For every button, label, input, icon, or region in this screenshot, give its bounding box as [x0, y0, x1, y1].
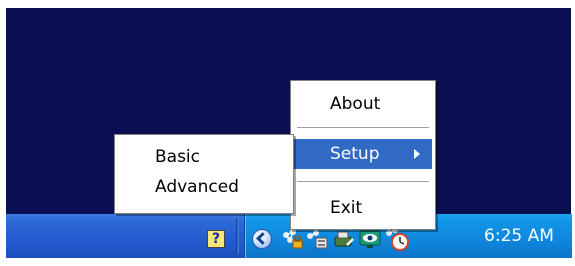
- setup-submenu: Basic Advanced: [114, 134, 294, 214]
- wrench-icon[interactable]: [332, 228, 356, 250]
- menu-separator: [297, 127, 429, 129]
- context-menu: About Setup Exit: [290, 80, 436, 230]
- network-icon[interactable]: [280, 228, 304, 250]
- menu-item-label: Exit: [330, 198, 363, 218]
- submenu-item-advanced[interactable]: Advanced: [118, 172, 290, 202]
- tray-separator: [236, 218, 239, 254]
- menu-item-setup[interactable]: Setup: [294, 139, 432, 169]
- menu-separator: [297, 181, 429, 183]
- menu-item-about[interactable]: About: [294, 89, 432, 119]
- lock-icon[interactable]: [305, 228, 329, 250]
- eye-icon[interactable]: [358, 228, 382, 250]
- submenu-arrow-icon: [414, 149, 420, 159]
- submenu-item-label: Basic: [155, 147, 201, 167]
- help-icon[interactable]: ?: [207, 230, 225, 248]
- chevron-glyph: [256, 232, 269, 245]
- submenu-item-basic[interactable]: Basic: [118, 142, 290, 172]
- taskbar-clock[interactable]: 6:25 AM: [474, 214, 564, 258]
- menu-item-label: About: [330, 94, 381, 114]
- screen: ? 6:25 AM About Setup Exit Basic Advance…: [0, 0, 575, 266]
- chevron-left-icon[interactable]: [252, 229, 272, 249]
- submenu-item-label: Advanced: [155, 177, 239, 197]
- menu-item-label: Setup: [330, 144, 380, 164]
- menu-item-exit[interactable]: Exit: [294, 193, 432, 223]
